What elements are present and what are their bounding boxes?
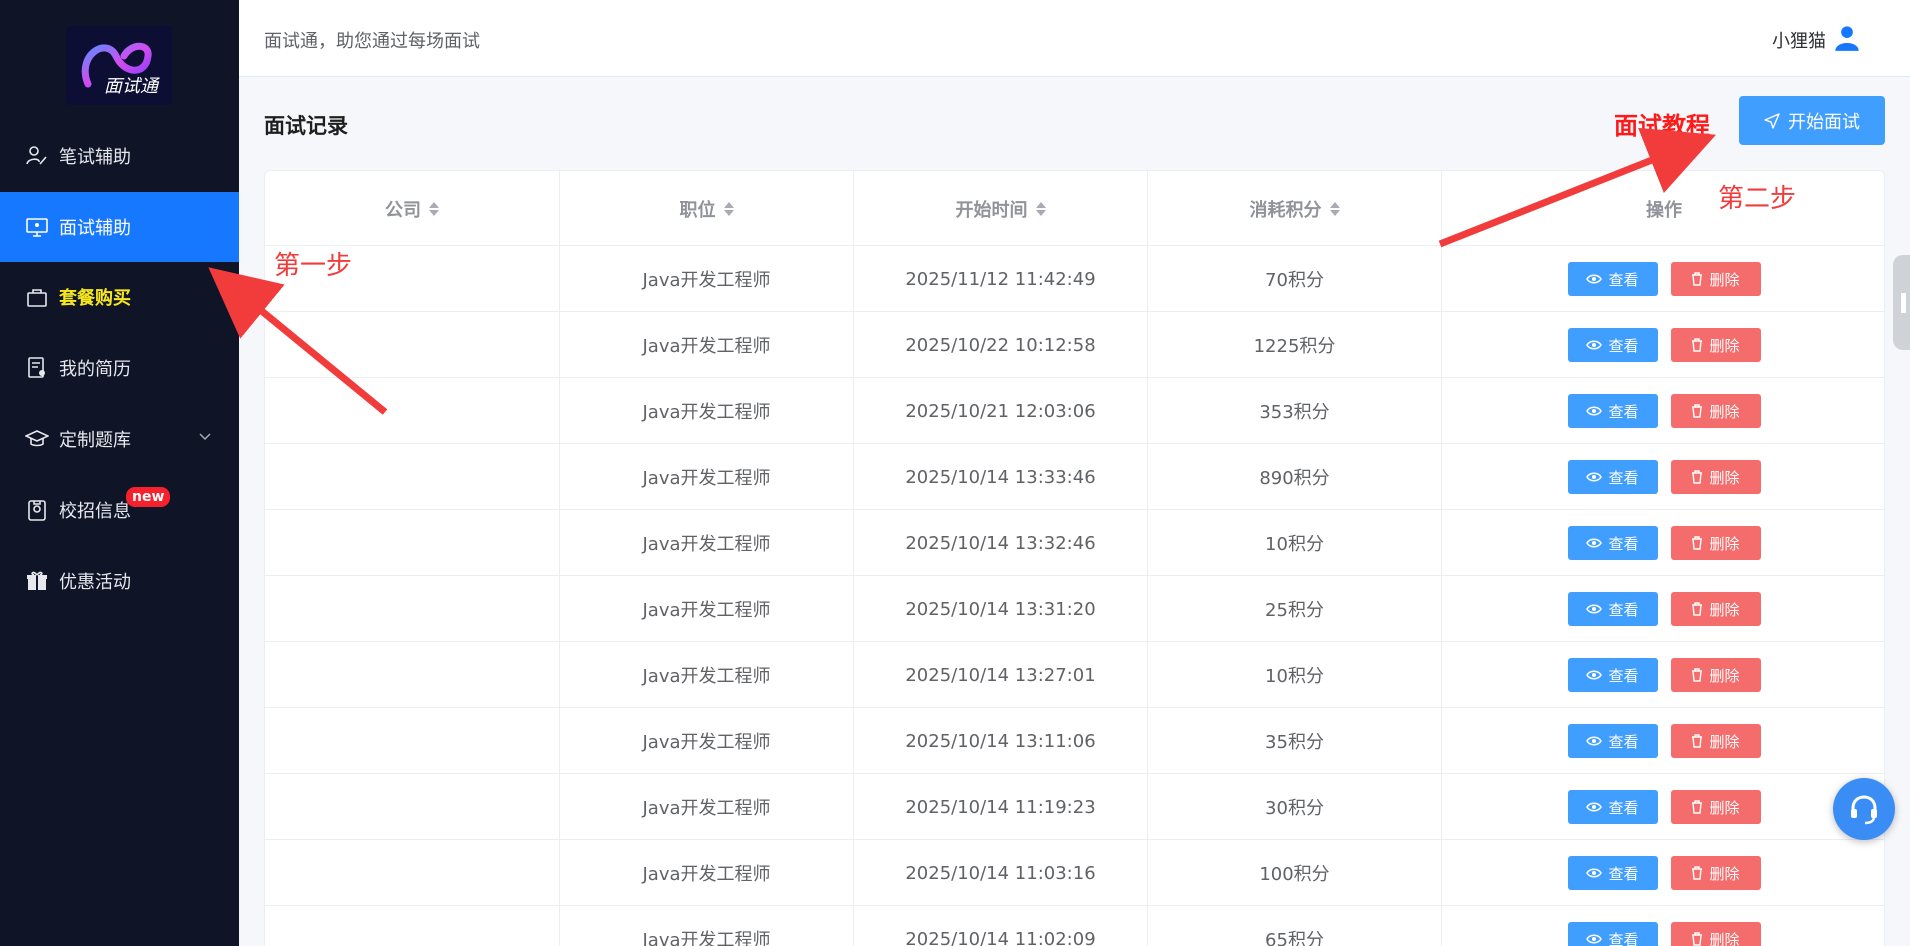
step2-label: 第二步 — [1718, 184, 1797, 214]
side-drawer-tab[interactable] — [1893, 255, 1910, 350]
headset-icon — [1851, 795, 1877, 825]
step1-arrow — [208, 267, 388, 415]
step2-arrow — [1438, 127, 1717, 248]
annotation-arrows — [208, 127, 1717, 415]
step1-label: 第一步 — [274, 251, 353, 281]
customer-service-button[interactable] — [1833, 778, 1895, 840]
